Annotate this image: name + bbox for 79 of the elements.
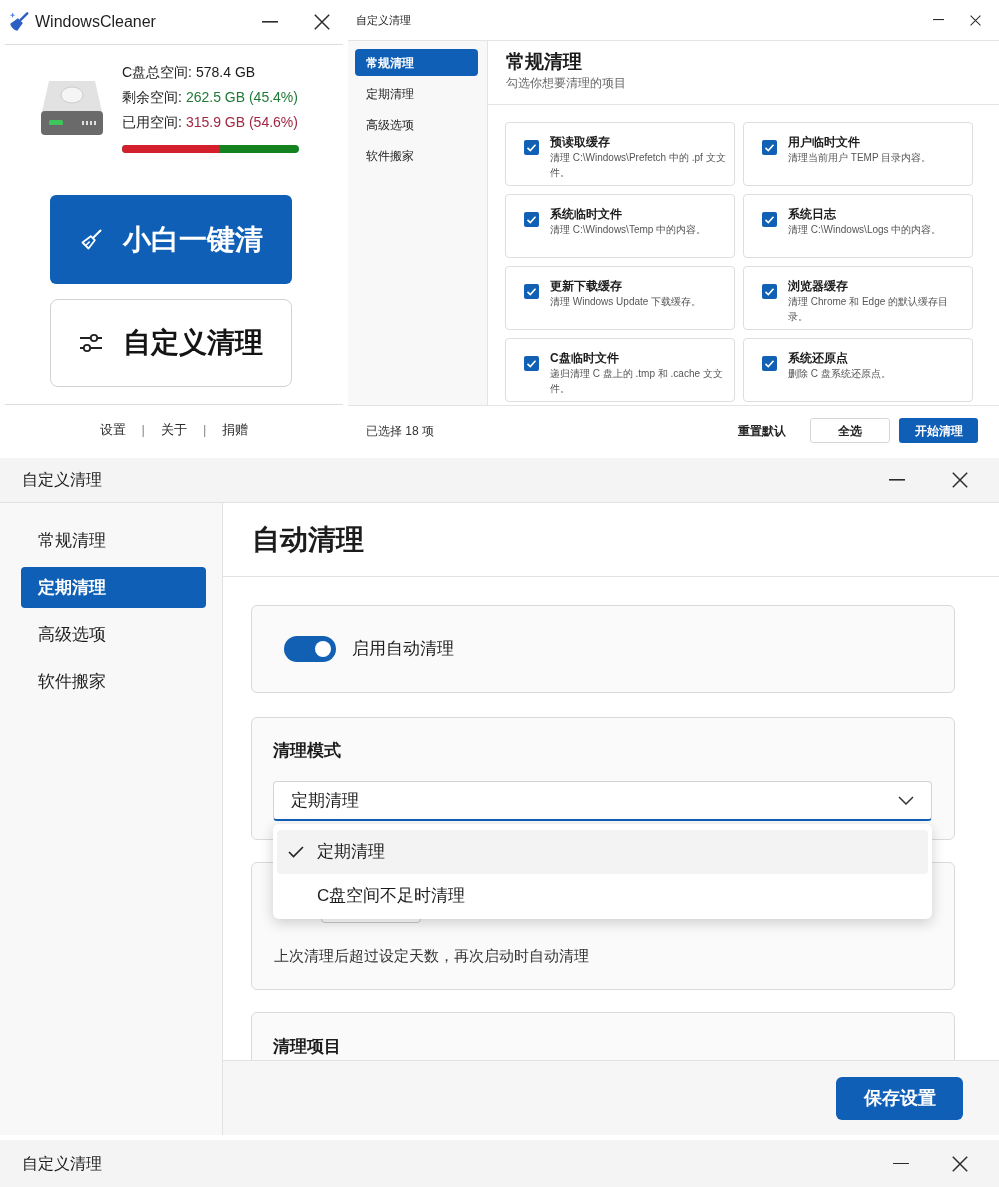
minimize-icon (889, 479, 905, 481)
close-icon (314, 14, 330, 30)
option-description: 清理 C:\Windows\Prefetch 中的 .pf 文文件。 (550, 151, 727, 180)
disk-stat-value: 262.5 GB (45.4%) (185, 89, 298, 105)
minimize-icon (262, 21, 278, 23)
check-icon (288, 846, 304, 858)
checkbox[interactable] (762, 356, 777, 371)
checkbox[interactable] (524, 284, 539, 299)
option-description: 清理 C:\Windows\Logs 中的内容。 (788, 223, 942, 237)
hint-text: 上次清理后超过设定天数，再次启动时自动清理 (274, 946, 590, 966)
footer-link[interactable]: 设置 (99, 420, 126, 440)
broom-icon (79, 227, 103, 252)
option-title: 预读取缓存 (550, 134, 611, 150)
close-icon (969, 14, 981, 26)
option-title: 系统日志 (788, 206, 837, 222)
footer-link[interactable]: 关于 (161, 420, 187, 440)
disk-stat-value: 315.9 GB (54.6%) (185, 114, 298, 130)
sidebar-item[interactable]: 常规清理 (355, 49, 478, 76)
link-button[interactable]: 重置默认 (736, 418, 788, 443)
secondary-button[interactable]: 自定义清理 (50, 299, 292, 387)
primary-button[interactable]: 小白一键清 (50, 195, 292, 284)
checkbox[interactable] (762, 284, 777, 299)
separator: | (141, 421, 145, 440)
chevron-down-icon (898, 796, 914, 805)
option-title: 用户临时文件 (788, 134, 861, 150)
section-title: 清理项目 (273, 1036, 342, 1058)
close-icon (952, 1155, 968, 1172)
sidebar-item[interactable]: 软件搬家 (21, 661, 206, 702)
option-description: 清理 Windows Update 下载缓存。 (550, 295, 702, 309)
checkbox[interactable] (762, 212, 777, 227)
option-description: 清理当前用户 TEMP 目录内容。 (788, 151, 932, 165)
minimize-icon (893, 1162, 909, 1165)
footer-link[interactable]: 捐赠 (222, 420, 249, 440)
option-title: 系统临时文件 (550, 206, 623, 222)
disk-stat-label: 剩余空间: (122, 89, 182, 105)
selection-count: 已选择 18 项 (366, 422, 434, 440)
page-subtitle: 勾选你想要清理的项目 (506, 75, 627, 91)
secondary-button[interactable]: 全选 (810, 418, 890, 443)
checkbox[interactable] (524, 140, 539, 155)
window-title: WindowsCleaner (35, 12, 156, 32)
primary-button[interactable]: 保存设置 (836, 1076, 963, 1120)
window-title: 自定义清理 (356, 12, 411, 28)
sidebar-item[interactable]: 高级选项 (21, 614, 206, 655)
checkbox[interactable] (524, 212, 539, 227)
section-title: 清理模式 (273, 740, 342, 762)
option-description: 清理 Chrome 和 Edge 的默认缓存目录。 (788, 295, 950, 324)
sidebar-item[interactable]: 定期清理 (21, 567, 206, 608)
window-title: 自定义清理 (22, 1153, 102, 1174)
option-description: 删除 C 盘系统还原点。 (788, 367, 891, 381)
toggle-label: 启用自动清理 (352, 638, 454, 661)
checkbox[interactable] (524, 356, 539, 371)
primary-button[interactable]: 开始清理 (899, 418, 978, 443)
option-title: 浏览器缓存 (788, 278, 849, 294)
option-description: 清理 C:\Windows\Temp 中的内容。 (550, 223, 707, 237)
menu-item[interactable]: 定期清理 (277, 830, 928, 874)
disk-stat-value: 578.4 GB (196, 64, 256, 80)
menu-item[interactable]: C盘空间不足时清理 (277, 874, 928, 918)
toggle-switch[interactable] (284, 636, 336, 662)
disk-stat-label: C盘总空间: (122, 64, 192, 80)
option-description: 递归清理 C 盘上的 .tmp 和 .cache 文文件。 (550, 367, 724, 396)
page-heading: 自动清理 (252, 522, 364, 557)
hard-drive-icon (40, 80, 104, 136)
sliders-icon (79, 331, 103, 355)
option-title: C盘临时文件 (550, 350, 620, 366)
option-title: 系统还原点 (788, 350, 849, 366)
option-title: 更新下载缓存 (550, 278, 623, 294)
checkbox[interactable] (762, 140, 777, 155)
sidebar-item[interactable]: 高级选项 (355, 111, 478, 138)
sidebar-item[interactable]: 软件搬家 (355, 142, 478, 169)
sidebar-item[interactable]: 常规清理 (21, 520, 206, 561)
separator: | (203, 421, 207, 440)
broom-icon (8, 11, 30, 33)
close-icon (952, 472, 968, 488)
mode-select[interactable]: 定期清理 (273, 781, 932, 821)
disk-stat-label: 已用空间: (122, 114, 182, 130)
page-heading: 常规清理 (506, 50, 583, 74)
sidebar-item[interactable]: 定期清理 (355, 80, 478, 107)
minimize-icon (932, 19, 944, 21)
window-title: 自定义清理 (22, 470, 102, 490)
